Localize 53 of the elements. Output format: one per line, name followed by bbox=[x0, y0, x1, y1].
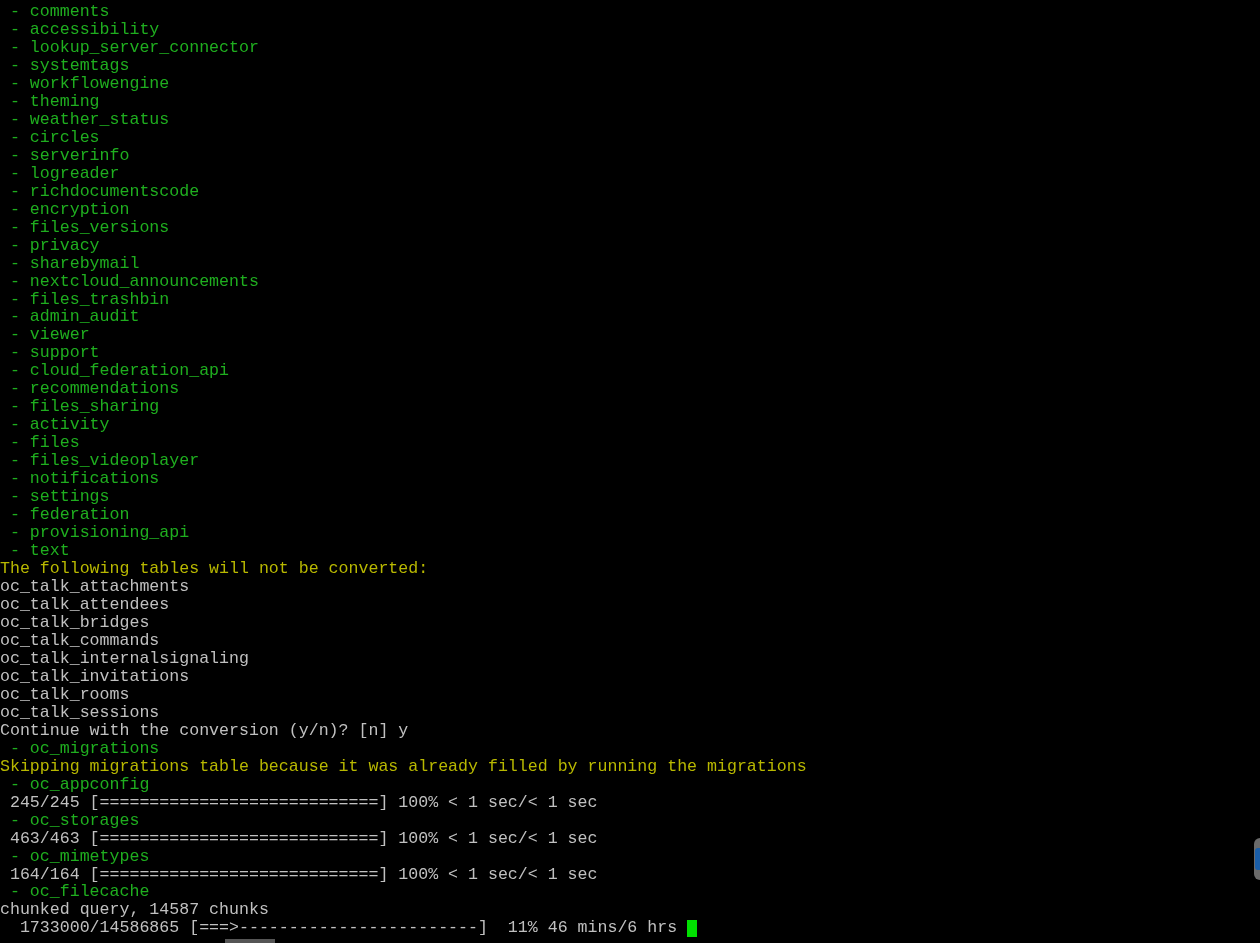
output-text: oc_talk_invitations bbox=[0, 667, 190, 686]
list-item-text: - accessibility bbox=[8, 20, 160, 39]
list-item-text: - oc_migrations bbox=[8, 739, 160, 758]
output-text: 245/245 [============================] 100% < 1 sec/< 1 sec bbox=[8, 793, 598, 812]
list-item-text: - encryption bbox=[8, 200, 130, 219]
list-item-text: - admin_audit bbox=[8, 308, 140, 327]
list-item-text: - logreader bbox=[8, 164, 120, 183]
list-item-text: - cloud_federation_api bbox=[8, 362, 230, 381]
output-text: 463/463 [============================] 100% < 1 sec/< 1 sec bbox=[8, 829, 598, 848]
list-item-text: - circles bbox=[8, 128, 100, 147]
notice-text: Skipping migrations table because it was already filled by running the migrations bbox=[0, 757, 807, 776]
list-item-text: - oc_appconfig bbox=[8, 775, 150, 794]
list-item-text: - workflowengine bbox=[8, 74, 170, 93]
list-item-text: - weather_status bbox=[8, 110, 170, 129]
output-text: 164/164 [============================] 100% < 1 sec/< 1 sec bbox=[8, 865, 598, 884]
list-item-text: - richdocumentscode bbox=[8, 182, 200, 201]
list-item-text: - systemtags bbox=[8, 56, 130, 75]
list-item-text: - oc_storages bbox=[8, 811, 140, 830]
output-text: oc_talk_attendees bbox=[0, 595, 170, 614]
list-item-text: - provisioning_api bbox=[8, 524, 190, 543]
list-item-text: - files_versions bbox=[8, 218, 170, 237]
list-item-text: - privacy bbox=[8, 236, 100, 255]
list-item-text: - serverinfo bbox=[8, 146, 130, 165]
list-item-text: - notifications bbox=[8, 470, 160, 489]
list-item-text: - files bbox=[8, 434, 80, 453]
list-item-text: - sharebymail bbox=[8, 254, 140, 273]
list-item-text: - support bbox=[8, 344, 100, 363]
list-item-text: - activity bbox=[8, 416, 110, 435]
list-item-text: - federation bbox=[8, 506, 130, 525]
list-item-text: - lookup_server_connector bbox=[8, 38, 259, 57]
output-text: oc_talk_attachments bbox=[0, 578, 190, 596]
output-text: oc_talk_commands bbox=[0, 631, 160, 650]
list-item-text: - files_videoplayer bbox=[8, 452, 200, 471]
scrollbar-thumb[interactable] bbox=[225, 939, 275, 943]
output-text: oc_talk_sessions bbox=[0, 703, 160, 722]
output-text: 1733000/14586865 [===>------------------------] 11% 46 mins/6 hrs bbox=[18, 919, 679, 938]
output-text: oc_talk_bridges bbox=[0, 613, 150, 632]
list-item-text: - recommendations bbox=[8, 380, 180, 399]
list-item-text: - viewer bbox=[8, 326, 90, 345]
output-text: chunked query, 14587 chunks bbox=[0, 901, 269, 920]
list-item-text: - oc_mimetypes bbox=[8, 847, 150, 866]
list-item-text: - files_trashbin bbox=[8, 290, 170, 309]
output-text: oc_talk_internalsignaling bbox=[0, 649, 249, 668]
list-item-text: - theming bbox=[8, 92, 100, 111]
output-text: Continue with the conversion (y/n)? [n] y bbox=[0, 721, 409, 740]
list-item-text: - comments bbox=[8, 3, 110, 21]
list-item-text: - nextcloud_announcements bbox=[8, 272, 259, 291]
list-item-text: - settings bbox=[8, 488, 110, 507]
list-item-text: - files_sharing bbox=[8, 398, 160, 417]
output-text: oc_talk_rooms bbox=[0, 685, 130, 704]
list-item-text: - text bbox=[8, 542, 70, 561]
list-item-text: - oc_filecache bbox=[8, 883, 150, 902]
notice-text: The following tables will not be converted: bbox=[0, 560, 429, 578]
